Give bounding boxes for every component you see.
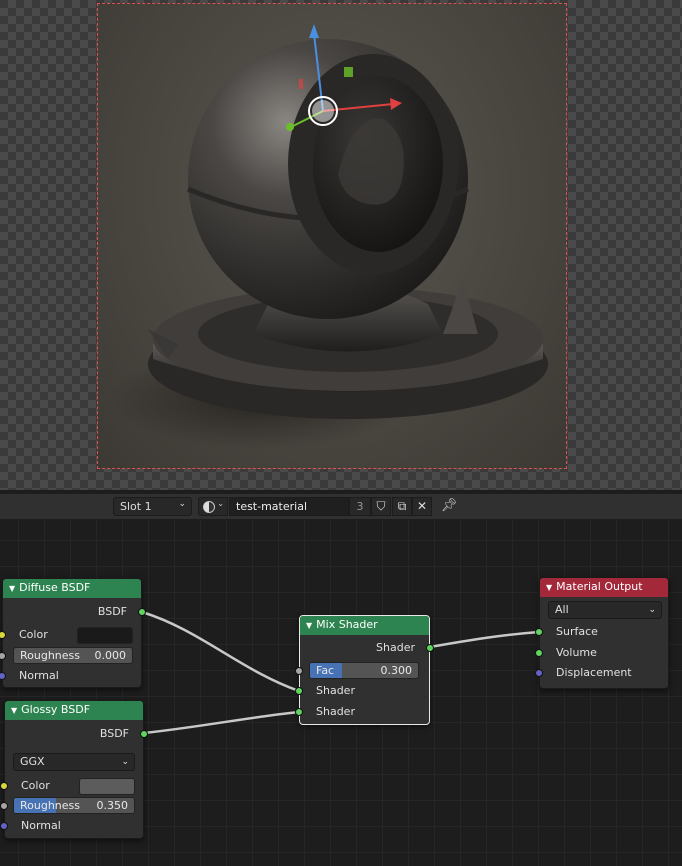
surface-input-socket[interactable] <box>535 628 543 636</box>
slot-label: Slot 1 <box>120 500 152 513</box>
material-name-field[interactable]: test-material <box>229 497 349 516</box>
pin-icon: 📌︎ <box>440 498 458 513</box>
output-label: BSDF <box>97 605 127 618</box>
color-row: Color <box>0 777 143 795</box>
material-preview-render[interactable] <box>97 3 567 469</box>
fac-value: 0.300 <box>380 664 413 677</box>
color-input-socket[interactable] <box>0 631 6 639</box>
volume-row: Volume <box>535 644 668 662</box>
collapse-arrow-icon[interactable]: ▼ <box>9 584 15 593</box>
roughness-slider[interactable]: Roughness 0.000 <box>13 647 133 664</box>
collapse-arrow-icon[interactable]: ▼ <box>306 621 312 630</box>
color-row: Color <box>0 626 141 644</box>
volume-input-socket[interactable] <box>535 649 543 657</box>
glossy-bsdf-node[interactable]: ▼ Glossy BSDF BSDF GGX ⌄ Color Roughness … <box>0 700 148 839</box>
chevron-down-icon: ⌄ <box>217 499 224 508</box>
fac-slider[interactable]: Fac 0.300 <box>309 662 419 679</box>
node-title: Diffuse BSDF <box>19 581 91 594</box>
node-header[interactable]: ▼ Diffuse BSDF <box>3 579 141 598</box>
collapse-arrow-icon[interactable]: ▼ <box>11 706 17 715</box>
shader-a-input-socket[interactable] <box>295 687 303 695</box>
chevron-down-icon: ⌄ <box>121 757 129 767</box>
roughness-input-socket[interactable] <box>0 802 8 810</box>
link-diffuse-to-mix <box>141 610 300 693</box>
node-title: Material Output <box>556 580 643 593</box>
displacement-label: Displacement <box>556 666 632 679</box>
collapse-arrow-icon[interactable]: ▼ <box>546 583 552 592</box>
roughness-row: Roughness 0.350 <box>0 797 143 815</box>
roughness-label: Roughness <box>20 649 81 662</box>
distribution-dropdown[interactable]: GGX ⌄ <box>13 753 135 771</box>
duplicate-material-button[interactable]: ⧉ <box>392 497 412 516</box>
shader-b-row: Shader <box>295 703 429 721</box>
material-user-count[interactable]: 3 <box>349 497 371 516</box>
color-swatch[interactable] <box>77 627 133 644</box>
node-editor-canvas[interactable]: ▼ Diffuse BSDF BSDF Color Roughness 0.000… <box>0 520 682 866</box>
fac-label: Fac <box>316 664 335 677</box>
output-row: Shader <box>300 639 434 657</box>
node-title: Glossy BSDF <box>21 703 91 716</box>
normal-label: Normal <box>19 669 59 682</box>
output-label: BSDF <box>99 727 129 740</box>
fake-user-button[interactable]: ⛉ <box>371 497 391 516</box>
displacement-input-socket[interactable] <box>535 669 543 677</box>
node-editor-header: Slot 1 ⌄ ⌄ test-material 3 ⛉ ⧉ ✕ 📌︎ <box>0 494 682 520</box>
color-swatch[interactable] <box>79 778 135 795</box>
chevron-down-icon: ⌄ <box>178 499 186 509</box>
bsdf-output-socket[interactable] <box>138 608 146 616</box>
material-sphere-icon <box>203 501 215 513</box>
roughness-slider[interactable]: Roughness 0.350 <box>13 797 135 814</box>
chevron-down-icon: ⌄ <box>648 605 656 615</box>
roughness-row: Roughness 0.000 <box>0 647 141 665</box>
surface-row: Surface <box>535 623 668 641</box>
shield-icon: ⛉ <box>376 499 386 513</box>
output-row: BSDF <box>5 725 148 743</box>
output-target-dropdown[interactable]: All ⌄ <box>548 601 662 619</box>
node-header[interactable]: ▼ Glossy BSDF <box>5 701 143 720</box>
distribution-value: GGX <box>20 755 45 768</box>
roughness-label: Roughness <box>20 799 81 812</box>
surface-label: Surface <box>556 625 598 638</box>
unlink-material-button[interactable]: ✕ <box>412 497 432 516</box>
node-title: Mix Shader <box>316 618 378 631</box>
output-label: Shader <box>376 641 415 654</box>
shader-output-socket[interactable] <box>426 644 434 652</box>
shader-b-label: Shader <box>316 705 355 718</box>
material-output-node[interactable]: ▼ Material Output All ⌄ Surface Volume Di… <box>535 577 669 689</box>
mix-shader-node[interactable]: ▼ Mix Shader Shader Fac 0.300 Shader Shad… <box>295 615 434 725</box>
normal-input-socket[interactable] <box>0 672 6 680</box>
roughness-value: 0.350 <box>96 799 129 812</box>
shader-b-input-socket[interactable] <box>295 708 303 716</box>
browse-material-button[interactable]: ⌄ <box>198 497 228 516</box>
link-mix-to-output <box>429 630 540 649</box>
node-header[interactable]: ▼ Material Output <box>540 578 668 597</box>
diffuse-bsdf-node[interactable]: ▼ Diffuse BSDF BSDF Color Roughness 0.000… <box>0 578 146 688</box>
color-input-socket[interactable] <box>0 782 8 790</box>
color-label: Color <box>21 779 50 792</box>
duplicate-icon: ⧉ <box>397 499 407 513</box>
normal-label: Normal <box>21 819 61 832</box>
material-preview-image <box>108 24 548 449</box>
normal-row: Normal <box>0 817 143 835</box>
output-row: BSDF <box>3 603 146 621</box>
bsdf-output-socket[interactable] <box>140 730 148 738</box>
pin-button[interactable]: 📌︎ <box>440 497 458 516</box>
volume-label: Volume <box>556 646 597 659</box>
color-label: Color <box>19 628 48 641</box>
fac-input-socket[interactable] <box>295 667 303 675</box>
shader-a-row: Shader <box>295 682 429 700</box>
link-glossy-to-mix <box>143 710 300 735</box>
shader-a-label: Shader <box>316 684 355 697</box>
fac-row: Fac 0.300 <box>295 662 429 680</box>
3d-viewport[interactable] <box>0 0 682 490</box>
close-icon: ✕ <box>416 499 428 513</box>
normal-input-socket[interactable] <box>0 822 8 830</box>
roughness-value: 0.000 <box>94 649 127 662</box>
roughness-input-socket[interactable] <box>0 652 6 660</box>
displacement-row: Displacement <box>535 664 668 682</box>
normal-row: Normal <box>0 667 141 685</box>
node-header[interactable]: ▼ Mix Shader <box>300 616 429 635</box>
output-target-value: All <box>555 603 569 616</box>
material-slot-dropdown[interactable]: Slot 1 ⌄ <box>113 497 192 516</box>
